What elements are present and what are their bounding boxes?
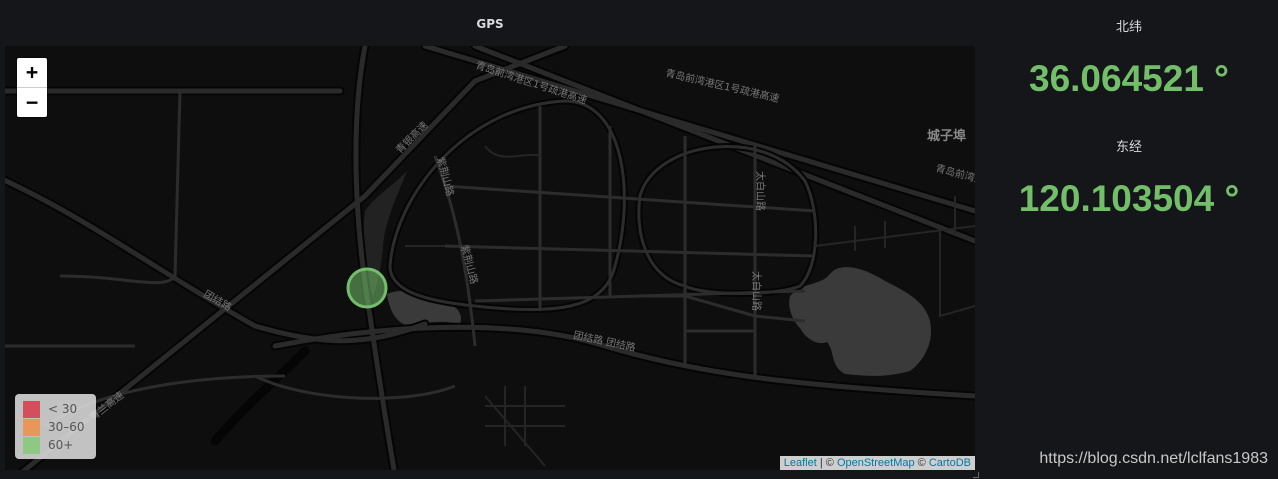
legend-item: 30–60 <box>23 418 96 436</box>
legend-swatch <box>23 400 40 418</box>
zoom-out-button[interactable]: − <box>17 87 47 117</box>
legend-swatch <box>23 436 40 454</box>
legend-item: < 30 <box>23 400 96 418</box>
attribution-separator: © <box>914 457 929 469</box>
latitude-value: 36.064521 ° <box>1029 58 1229 99</box>
longitude-value: 120.103504 ° <box>1018 178 1240 219</box>
taibai-label-1: 太白山路 <box>754 171 767 211</box>
town-label: 城子埠 <box>927 128 966 144</box>
shanlu-label-2: 紫荆山路 <box>458 243 481 285</box>
attribution-separator: | © <box>816 457 837 469</box>
cartodb-link[interactable]: CartoDB <box>929 457 971 469</box>
longitude-label: 东经 <box>1115 140 1142 155</box>
map-attribution: Leaflet | © OpenStreetMap © CartoDB <box>779 456 975 470</box>
zoom-in-button[interactable]: + <box>17 58 47 87</box>
legend-swatch <box>23 418 40 436</box>
legend-label: < 30 <box>48 402 78 416</box>
legend-item: 60+ <box>23 436 96 454</box>
taibai-label-2: 太白山路 <box>750 271 763 311</box>
legend-label: 60+ <box>48 438 74 452</box>
coordinates-panel: 北纬 36.064521 ° 东经 120.103504 ° <box>980 0 1278 479</box>
map-tiles: 青岛前湾港区1号疏港高速 青岛前湾港区1号疏港高速 青岛前湾港区1号疏港高速 青… <box>5 46 975 470</box>
zoom-control: + − <box>17 58 47 117</box>
map-legend: < 30 30–60 60+ <box>15 394 96 459</box>
panel-title: GPS <box>476 17 504 31</box>
leaflet-link[interactable]: Leaflet <box>784 457 817 469</box>
gps-location-marker[interactable] <box>346 267 388 309</box>
map-view[interactable]: 青岛前湾港区1号疏港高速 青岛前湾港区1号疏港高速 青岛前湾港区1号疏港高速 青… <box>5 46 975 470</box>
gps-map-panel: GPS 青岛前湾港区1号疏港高速 青岛前湾港区1号疏港高速 青岛前湾港区1号疏港… <box>0 0 980 479</box>
latitude-label: 北纬 <box>1115 20 1142 35</box>
panel-resize-handle[interactable] <box>973 472 979 478</box>
watermark-text: https://blog.csdn.net/lclfans1983 <box>1039 450 1268 467</box>
highway-label-2: 青岛前湾港区1号疏港高速 <box>664 66 780 105</box>
openstreetmap-link[interactable]: OpenStreetMap <box>837 457 915 469</box>
shanlu-label-1: 紫荆山路 <box>434 155 457 197</box>
legend-label: 30–60 <box>48 420 85 434</box>
